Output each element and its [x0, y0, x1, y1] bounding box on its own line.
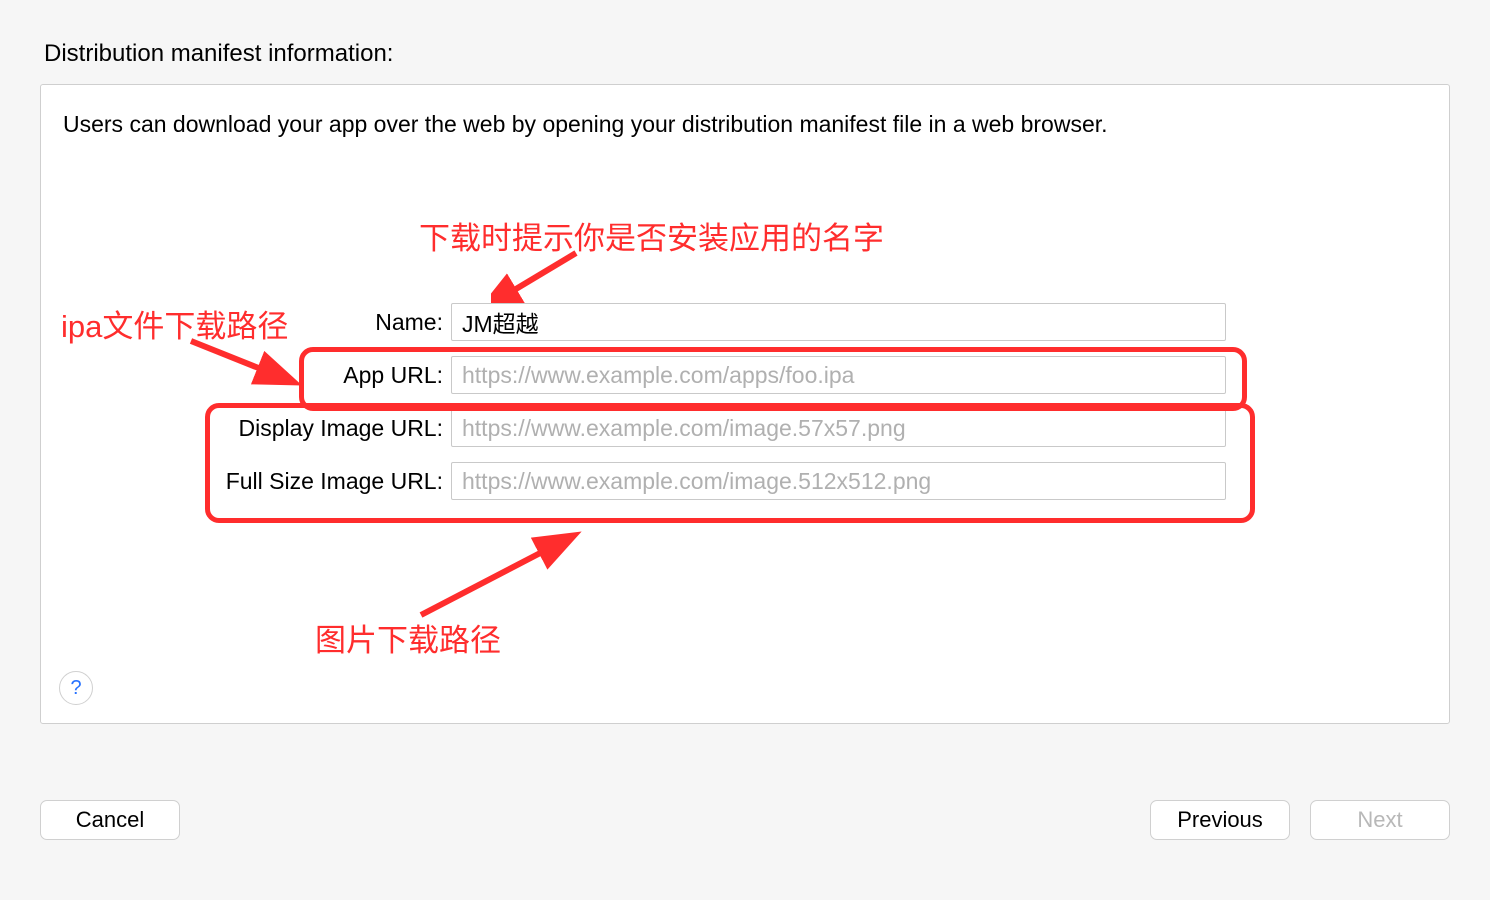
previous-button[interactable]: Previous	[1150, 800, 1290, 840]
annotation-arrow-image	[401, 525, 591, 625]
label-app-url: App URL:	[41, 362, 451, 389]
input-full-size-image-url[interactable]	[451, 462, 1226, 500]
input-display-image-url[interactable]	[451, 409, 1226, 447]
dialog-title: Distribution manifest information:	[44, 40, 1450, 68]
row-app-url: App URL:	[41, 356, 1226, 394]
annotation-name-hint: 下载时提示你是否安装应用的名字	[419, 213, 884, 258]
row-display-image-url: Display Image URL:	[41, 409, 1226, 447]
annotation-image-hint: 图片下载路径	[315, 615, 501, 660]
row-name: Name:	[41, 303, 1226, 341]
row-full-size-image-url: Full Size Image URL:	[41, 462, 1226, 500]
next-button[interactable]: Next	[1310, 800, 1450, 840]
label-full-size-image-url: Full Size Image URL:	[41, 468, 451, 495]
label-display-image-url: Display Image URL:	[41, 415, 451, 442]
cancel-button[interactable]: Cancel	[40, 800, 180, 840]
dialog-footer: Cancel Previous Next	[40, 800, 1450, 840]
input-name[interactable]	[451, 303, 1226, 341]
input-app-url[interactable]	[451, 356, 1226, 394]
help-button[interactable]: ?	[59, 671, 93, 705]
distribution-manifest-dialog: Distribution manifest information: Users…	[0, 0, 1490, 900]
label-name: Name:	[41, 309, 451, 336]
panel-description: Users can download your app over the web…	[63, 111, 1108, 138]
help-icon: ?	[70, 677, 81, 700]
manifest-panel: Users can download your app over the web…	[40, 84, 1450, 724]
